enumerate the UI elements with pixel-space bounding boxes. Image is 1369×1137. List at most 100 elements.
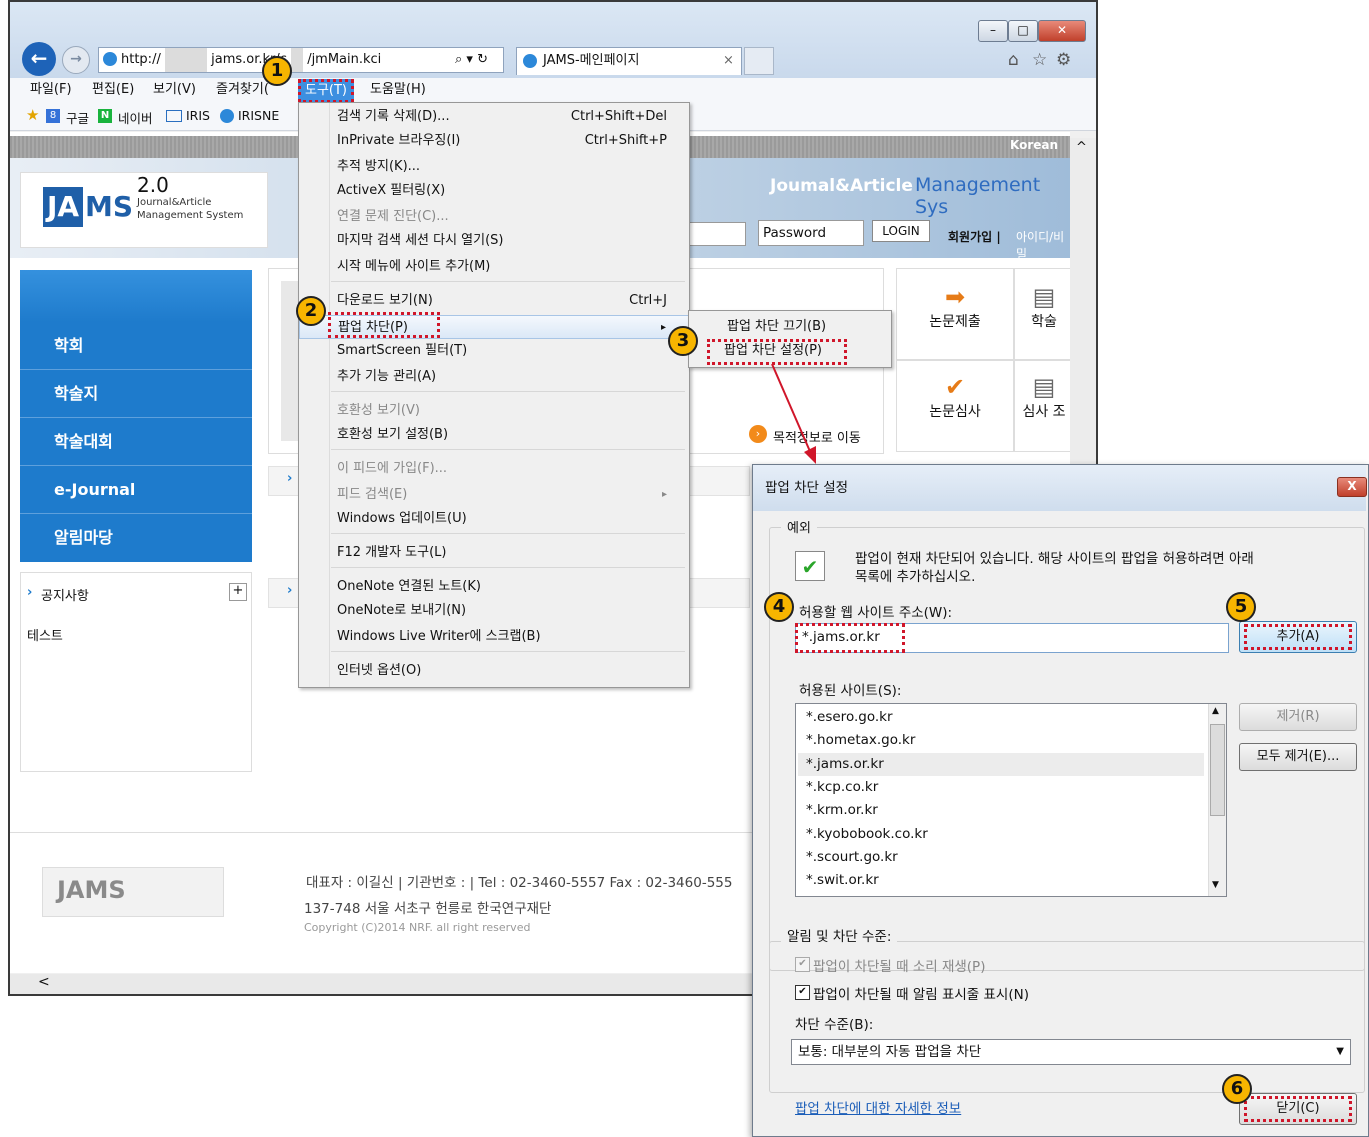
tools-menu-item[interactable]: 호환성 보기 설정(B) — [299, 423, 689, 447]
footer-contact: 대표자 : 이길신 | 기관번호 : | Tel : 02-3460-5557 … — [306, 875, 733, 891]
mail-icon — [166, 110, 182, 122]
notify-bar-checkbox-label: 팝업이 차단될 때 알림 표시줄 표시(N) — [813, 987, 1029, 1003]
tile-submit[interactable]: ➡ 논문제출 — [896, 268, 1014, 360]
favorites-star-icon[interactable]: ☆ — [1032, 50, 1047, 70]
notify-bar-checkbox[interactable]: ✔ — [795, 985, 810, 1000]
menu-edit[interactable]: 편집(E) — [92, 78, 134, 102]
tools-menu-item[interactable]: 다운로드 보기(N) Ctrl+J — [299, 289, 689, 313]
sidebar-item-notice-board[interactable]: 알림마당 — [20, 514, 252, 562]
login-button[interactable]: LOGIN — [872, 220, 930, 242]
jams-logo[interactable]: JA MS 2.0 Journal&Article Management Sys… — [20, 172, 268, 248]
notice-item[interactable]: 테스트 — [27, 625, 63, 644]
tools-menu-item[interactable]: ActiveX 필터링(X) — [299, 179, 689, 203]
tools-menu-item[interactable]: Windows 업데이트(U) — [299, 507, 689, 531]
allowed-site-row[interactable]: *.krm.or.kr — [798, 799, 1204, 822]
back-icon[interactable]: ← — [22, 42, 56, 76]
dialog-close-icon[interactable]: X — [1337, 477, 1367, 497]
tab-title: JAMS-메인페이지 — [543, 53, 640, 68]
scroll-up-icon[interactable]: ▲ — [1212, 706, 1219, 716]
footer-logo: JAMS — [42, 867, 224, 917]
tools-menu-item[interactable]: Windows Live Writer에 스크랩(B) — [299, 625, 689, 649]
scroll-left-icon[interactable]: < — [38, 974, 50, 990]
tools-menu-item[interactable]: 시작 메뉴에 사이트 추가(M) — [299, 255, 689, 279]
allowed-site-row[interactable]: *.hometax.go.kr — [798, 729, 1204, 752]
tools-menu-item[interactable]: F12 개발자 도구(L) — [299, 541, 689, 565]
tools-menu-item[interactable]: 이 피드에 가입(F)... — [299, 457, 689, 481]
new-tab-button[interactable] — [744, 47, 774, 75]
sidebar-item-ejournal[interactable]: e-Journal — [20, 466, 252, 514]
tools-menu-item[interactable]: InPrivate 브라우징(I) Ctrl+Shift+P — [299, 129, 689, 153]
menu-view[interactable]: 보기(V) — [153, 78, 196, 102]
allowed-site-row[interactable]: *.jams.or.kr — [798, 752, 1204, 776]
remove-all-button[interactable]: 모두 제거(E)... — [1239, 743, 1357, 771]
close-dialog-button[interactable]: 닫기(C) — [1239, 1093, 1357, 1125]
tools-menu-item[interactable]: SmartScreen 필터(T) — [299, 339, 689, 363]
tile-academic[interactable]: ▤ 학술 — [1014, 268, 1074, 360]
signup-link[interactable]: 회원가입 | — [948, 228, 1001, 245]
plus-icon[interactable]: + — [229, 583, 247, 601]
search-icon[interactable]: ⌕ ▾ ↻ — [455, 48, 488, 72]
tools-menu-item[interactable]: 피드 검색(E) ▸ — [299, 483, 689, 507]
chevron-right-icon: › — [27, 585, 33, 600]
address-bar[interactable]: http:// jams.or.kr/c /jmMain.kci ⌕ ▾ ↻ — [98, 47, 504, 73]
menu-file[interactable]: 파일(F) — [30, 78, 72, 102]
document-icon: ▤ — [1032, 283, 1056, 311]
sidebar-item-conference[interactable]: 학술대회 — [20, 418, 252, 466]
tools-menu-item[interactable]: OneNote 연결된 노트(K) — [299, 575, 689, 599]
gear-icon[interactable]: ⚙ — [1056, 50, 1071, 70]
tools-menu-item[interactable]: OneNote로 보내기(N) — [299, 599, 689, 623]
help-link[interactable]: 팝업 차단에 대한 자세한 정보 — [795, 1097, 961, 1117]
menu-favorites[interactable]: 즐겨찾기( — [216, 78, 269, 102]
level-select[interactable]: 보통: 대부분의 자동 팝업을 차단 ▼ — [791, 1039, 1351, 1065]
forward-icon[interactable]: → — [62, 46, 90, 74]
info-text-2: 목록에 추가하십시오. — [855, 569, 976, 585]
tools-menu-item[interactable]: 추적 방지(K)... — [299, 155, 689, 179]
home-icon[interactable]: ⌂ — [1008, 50, 1019, 70]
allowed-site-row[interactable]: *.kcp.co.kr — [798, 776, 1204, 799]
allowed-site-row[interactable]: *.swit.or.kr — [798, 869, 1204, 892]
password-input[interactable]: Password — [758, 220, 864, 246]
tile-review[interactable]: ✔ 논문심사 — [896, 360, 1014, 452]
sound-checkbox[interactable]: ✔ — [795, 957, 810, 972]
sidebar-item-journal[interactable]: 학술지 — [20, 370, 252, 418]
maximize-button[interactable]: □ — [1008, 20, 1038, 42]
scroll-down-icon[interactable]: ▼ — [1212, 880, 1219, 890]
tools-menu-item[interactable]: 호환성 보기(V) — [299, 399, 689, 423]
tile-review-board[interactable]: ▤ 심사 조 — [1014, 360, 1074, 452]
submenu-turn-off[interactable]: 팝업 차단 끄기(B) — [689, 315, 889, 339]
favorites-icon[interactable]: ★ — [26, 106, 39, 124]
menu-tools[interactable]: 도구(T) — [298, 79, 355, 103]
close-button[interactable]: ✕ — [1038, 20, 1086, 42]
minimize-button[interactable]: – — [978, 20, 1008, 42]
tools-menu-item[interactable]: 연결 문제 진단(C)... — [299, 205, 689, 229]
fav-google[interactable]: 구글 — [66, 108, 89, 127]
notice-title[interactable]: 공지사항 — [41, 585, 89, 604]
tools-menu-item[interactable]: 마지막 검색 세션 다시 열기(S) — [299, 229, 689, 253]
scroll-thumb[interactable] — [1210, 724, 1225, 816]
list-scrollbar[interactable]: ▲ ▼ — [1208, 704, 1226, 896]
tab-jams-main[interactable]: JAMS-메인페이지 × — [516, 47, 742, 75]
allowed-site-row[interactable]: *.scourt.go.kr — [798, 846, 1204, 869]
naver-icon: N — [98, 109, 112, 123]
find-id-link[interactable]: 아이디/비밀 — [1016, 228, 1070, 262]
menu-item-label: ActiveX 필터링(X) — [337, 183, 446, 198]
remove-button[interactable]: 제거(R) — [1239, 703, 1357, 731]
fav-irisnet[interactable]: IRISNE — [238, 108, 279, 123]
scroll-up-icon[interactable]: ^ — [1076, 140, 1087, 155]
tools-menu-item[interactable]: 검색 기록 삭제(D)... Ctrl+Shift+Del — [299, 105, 689, 129]
language-link[interactable]: Korean — [1010, 138, 1058, 152]
sidebar-item-society[interactable]: 학회 — [20, 322, 252, 370]
tools-menu-item[interactable]: 추가 기능 관리(A) — [299, 365, 689, 389]
menu-item-label: 피드 검색(E) — [337, 487, 408, 502]
add-button[interactable]: 추가(A) — [1239, 621, 1357, 653]
allowed-site-row[interactable]: *.kyobobook.co.kr — [798, 823, 1204, 846]
allowed-site-row[interactable]: *.esero.go.kr — [798, 706, 1204, 729]
sound-checkbox-label: 팝업이 차단될 때 소리 재생(P) — [813, 959, 986, 975]
fav-iris[interactable]: IRIS — [186, 108, 210, 123]
title-bar: – □ ✕ ← → http:// jams.or.kr/c /jmMain.k… — [10, 2, 1096, 78]
tools-menu-item[interactable]: 인터넷 옵션(O) — [299, 659, 689, 683]
fav-naver[interactable]: 네이버 — [118, 108, 153, 127]
menu-help[interactable]: 도움말(H) — [370, 78, 426, 102]
allowed-sites-list[interactable]: *.esero.go.kr *.hometax.go.kr *.jams.or.kr… — [795, 703, 1227, 897]
tab-close-icon[interactable]: × — [723, 48, 734, 74]
